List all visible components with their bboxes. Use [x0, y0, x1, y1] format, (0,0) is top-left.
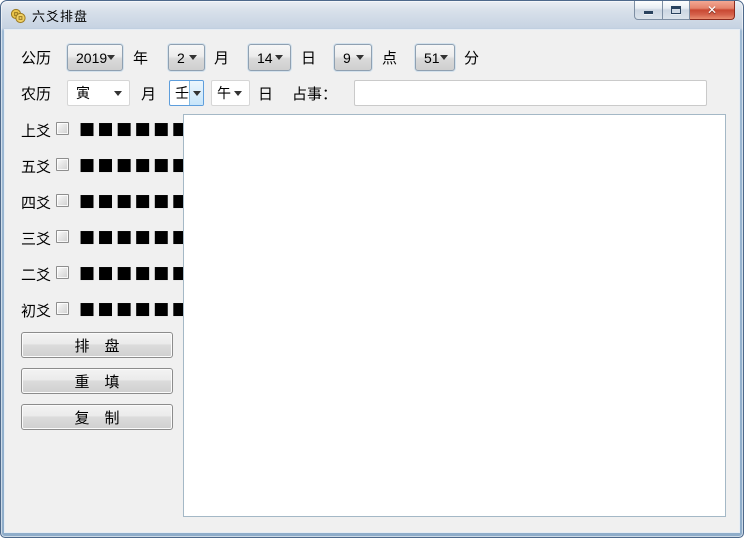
minimize-button[interactable]: [634, 1, 663, 20]
yao-checkbox-si[interactable]: [56, 194, 69, 207]
month-unit-label: 月: [214, 50, 230, 67]
maximize-icon: [671, 6, 681, 14]
yao-label-san: 三爻: [21, 231, 52, 248]
window-title: 六爻排盘: [32, 9, 89, 24]
day-stem-value: 壬: [175, 85, 189, 101]
minimize-icon: [644, 11, 653, 14]
yao-checkbox-chu[interactable]: [56, 302, 69, 315]
day-value: 14: [257, 49, 273, 66]
minute-select[interactable]: 51: [415, 44, 455, 71]
year-unit-label: 年: [133, 50, 149, 67]
month-select[interactable]: 2: [168, 44, 205, 71]
maximize-button[interactable]: [663, 1, 690, 20]
chevron-down-icon: [192, 90, 201, 96]
yao-squares: ■■■■■■: [79, 119, 191, 139]
day-branch-select[interactable]: 午: [211, 80, 250, 106]
app-coins-icon: [10, 8, 26, 23]
chevron-down-icon: [439, 55, 448, 60]
yao-label-er: 二爻: [21, 267, 52, 284]
chevron-down-icon: [356, 55, 364, 60]
yao-checkbox-wu[interactable]: [56, 158, 69, 171]
hour-unit-label: 点: [382, 50, 398, 67]
window-controls: ✕: [634, 1, 735, 20]
chevron-down-icon: [234, 90, 242, 96]
yao-label-shang: 上爻: [21, 123, 52, 140]
yao-checkbox-shang[interactable]: [56, 122, 69, 135]
chevron-down-icon: [114, 90, 122, 96]
yao-squares: ■■■■■■: [79, 263, 191, 283]
yao-label-chu: 初爻: [21, 303, 52, 320]
day-branch-value: 午: [217, 85, 231, 101]
yao-squares: ■■■■■■: [79, 227, 191, 247]
reset-button[interactable]: 重 填: [21, 368, 173, 394]
close-icon: ✕: [706, 3, 718, 17]
titlebar: 六爻排盘: [1, 1, 743, 30]
lunar-label: 农历: [21, 85, 52, 103]
yao-squares: ■■■■■■: [79, 191, 191, 211]
yao-checkbox-er[interactable]: [56, 266, 69, 279]
hour-select[interactable]: 9: [334, 44, 372, 71]
matter-input[interactable]: [354, 80, 707, 106]
result-textarea[interactable]: [183, 114, 726, 517]
close-button[interactable]: ✕: [690, 1, 735, 20]
year-value: 2019: [76, 49, 108, 66]
minute-value: 51: [424, 49, 440, 66]
day-stem-select[interactable]: 壬: [169, 80, 204, 106]
lunar-month-unit-label: 月: [141, 85, 157, 103]
minute-unit-label: 分: [464, 50, 480, 67]
day-select[interactable]: 14: [248, 44, 291, 71]
chevron-down-icon: [189, 55, 197, 60]
month-value: 2: [177, 49, 185, 66]
matter-label: 占事：: [292, 85, 338, 103]
chevron-down-icon: [275, 55, 283, 60]
yao-squares: ■■■■■■: [79, 155, 191, 175]
solar-label: 公历: [21, 50, 52, 67]
lunar-month-select[interactable]: 寅: [67, 80, 130, 106]
day-unit-label2: 日: [258, 85, 274, 103]
yao-squares: ■■■■■■: [79, 299, 191, 319]
client-area: 公历 2019 年 2 月 14 日 9 点 51 分 农历 寅 月 壬 午 日…: [5, 30, 739, 532]
copy-button[interactable]: 复 制: [21, 404, 173, 430]
year-select[interactable]: 2019: [67, 44, 123, 71]
arrange-chart-button[interactable]: 排 盘: [21, 332, 173, 358]
dropdown-button[interactable]: [189, 81, 203, 105]
app-window: 六爻排盘 ✕ 公历 2019 年 2 月 14 日 9 点 51 分 农历 寅 …: [0, 0, 744, 538]
yao-label-wu: 五爻: [21, 159, 52, 176]
yao-label-si: 四爻: [21, 195, 52, 212]
hour-value: 9: [343, 49, 351, 66]
yao-checkbox-san[interactable]: [56, 230, 69, 243]
day-unit-label: 日: [301, 50, 317, 67]
lunar-month-value: 寅: [76, 85, 90, 101]
chevron-down-icon: [107, 55, 116, 60]
